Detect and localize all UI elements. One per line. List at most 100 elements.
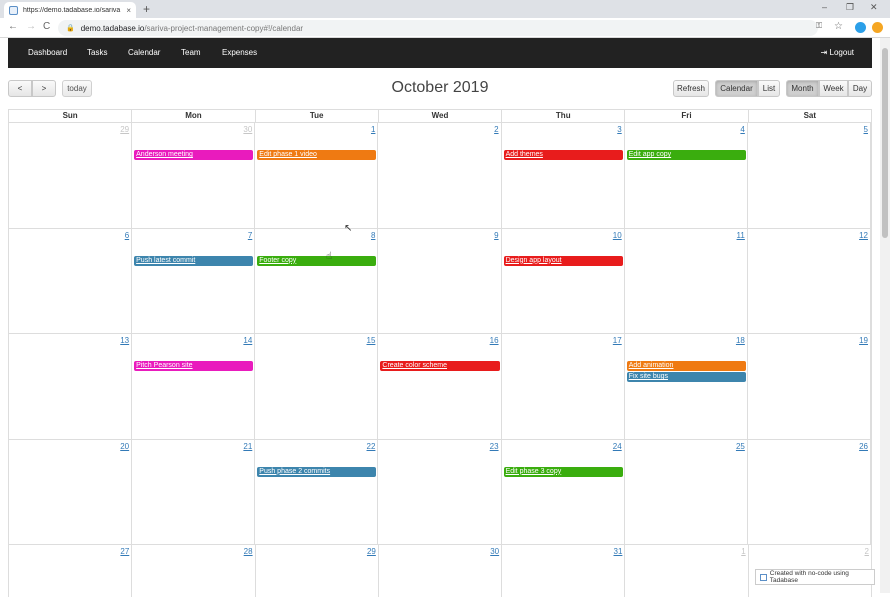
- day-number[interactable]: 25: [736, 442, 745, 451]
- day-cell[interactable]: 15: [255, 334, 379, 439]
- day-number[interactable]: 2: [494, 125, 498, 134]
- day-cell[interactable]: 25: [625, 439, 748, 544]
- day-cell[interactable]: 5: [748, 123, 871, 228]
- extension-icon[interactable]: [855, 22, 866, 33]
- reload-icon[interactable]: C: [43, 21, 50, 32]
- calendar-event[interactable]: Push phase 2 commits: [257, 466, 377, 477]
- day-cell[interactable]: 1: [625, 545, 749, 597]
- day-number[interactable]: 20: [120, 442, 129, 451]
- month-view-button[interactable]: Month: [786, 80, 819, 97]
- day-number[interactable]: 11: [737, 231, 745, 240]
- day-cell[interactable]: 1: [255, 123, 379, 228]
- day-number[interactable]: 28: [244, 547, 253, 556]
- minimize-icon[interactable]: –: [822, 2, 827, 12]
- nav-dashboard[interactable]: Dashboard: [28, 48, 67, 57]
- day-number[interactable]: 9: [494, 231, 498, 240]
- calendar-event[interactable]: Edit phase 1 video: [257, 150, 377, 160]
- day-cell[interactable]: 31: [502, 545, 626, 597]
- day-view-button[interactable]: Day: [848, 80, 872, 97]
- day-cell[interactable]: 18: [625, 334, 748, 439]
- calendar-event[interactable]: Footer copy: [257, 255, 377, 266]
- day-cell[interactable]: 14: [132, 334, 256, 439]
- forward-icon[interactable]: →: [26, 21, 36, 32]
- day-number[interactable]: 5: [864, 125, 868, 134]
- day-cell[interactable]: 9: [378, 228, 502, 333]
- list-view-button[interactable]: List: [758, 80, 780, 97]
- day-number[interactable]: 12: [859, 231, 868, 240]
- restore-icon[interactable]: ❐: [846, 2, 854, 13]
- calendar-event[interactable]: Add animation: [626, 361, 746, 371]
- day-cell[interactable]: 30: [379, 545, 503, 597]
- day-number[interactable]: 26: [859, 442, 868, 451]
- day-number[interactable]: 15: [367, 336, 376, 345]
- day-cell[interactable]: 26: [748, 439, 871, 544]
- calendar-event[interactable]: Pitch Pearson site: [134, 361, 254, 371]
- day-number[interactable]: 6: [125, 231, 129, 240]
- day-cell[interactable]: 27: [9, 545, 133, 597]
- day-number[interactable]: 8: [371, 231, 375, 240]
- day-cell[interactable]: 4: [625, 123, 748, 228]
- day-cell[interactable]: 6: [9, 228, 133, 333]
- day-cell[interactable]: 3: [502, 123, 625, 228]
- day-number[interactable]: 1: [371, 125, 375, 134]
- url-field[interactable]: 🔒 demo.tadabase.io /sariva-project-manag…: [58, 20, 818, 36]
- day-number[interactable]: 22: [367, 442, 376, 451]
- day-cell[interactable]: 29: [256, 545, 379, 597]
- day-number[interactable]: 7: [248, 231, 252, 240]
- day-number[interactable]: 30: [243, 125, 252, 134]
- nav-team[interactable]: Team: [181, 48, 201, 57]
- day-number[interactable]: 2: [865, 547, 869, 556]
- new-tab-button[interactable]: +: [143, 2, 150, 16]
- day-cell[interactable]: 19: [748, 334, 871, 439]
- day-cell[interactable]: 8: [255, 228, 379, 333]
- day-cell[interactable]: 13: [9, 334, 133, 439]
- day-cell[interactable]: 2: [378, 123, 502, 228]
- calendar-event[interactable]: Edit app copy: [626, 150, 746, 160]
- week-view-button[interactable]: Week: [819, 80, 848, 97]
- day-number[interactable]: 17: [613, 336, 622, 345]
- day-cell[interactable]: 30: [132, 123, 256, 228]
- day-number[interactable]: 19: [859, 336, 868, 345]
- day-cell[interactable]: 28: [132, 545, 256, 597]
- calendar-event[interactable]: Fix site bugs: [626, 372, 746, 382]
- star-icon[interactable]: ☆: [834, 21, 843, 32]
- day-number[interactable]: 4: [740, 125, 744, 134]
- day-cell[interactable]: 24: [502, 439, 625, 544]
- day-cell[interactable]: 21: [132, 439, 256, 544]
- day-number[interactable]: 3: [617, 125, 621, 134]
- calendar-view-button[interactable]: Calendar: [715, 80, 758, 97]
- day-number[interactable]: 30: [490, 547, 499, 556]
- day-number[interactable]: 10: [613, 231, 622, 240]
- day-number[interactable]: 16: [490, 336, 499, 345]
- back-icon[interactable]: ←: [8, 21, 18, 32]
- nav-expenses[interactable]: Expenses: [222, 48, 257, 57]
- logout-button[interactable]: ⇥ Logout: [821, 48, 854, 57]
- nav-tasks[interactable]: Tasks: [87, 48, 107, 57]
- close-window-icon[interactable]: ✕: [870, 2, 878, 13]
- browser-tab[interactable]: https://demo.tadabase.io/sariva ×: [4, 2, 136, 18]
- day-cell[interactable]: 17: [502, 334, 625, 439]
- day-number[interactable]: 31: [614, 547, 623, 556]
- tadabase-badge[interactable]: Created with no-code using Tadabase: [755, 569, 875, 585]
- calendar-event[interactable]: Anderson meeting: [134, 150, 254, 160]
- day-number[interactable]: 29: [120, 125, 129, 134]
- nav-calendar[interactable]: Calendar: [128, 48, 160, 57]
- calendar-event[interactable]: Edit phase 3 copy: [503, 466, 623, 477]
- day-number[interactable]: 13: [120, 336, 129, 345]
- scrollbar-thumb[interactable]: [882, 48, 888, 238]
- day-number[interactable]: 18: [736, 336, 745, 345]
- day-cell[interactable]: 20: [9, 439, 133, 544]
- day-cell[interactable]: 11: [625, 228, 748, 333]
- close-tab-icon[interactable]: ×: [126, 6, 131, 15]
- refresh-button[interactable]: Refresh: [673, 80, 709, 97]
- calendar-event[interactable]: Push latest commit: [134, 255, 254, 266]
- scrollbar[interactable]: [880, 38, 890, 593]
- day-cell[interactable]: 29: [9, 123, 133, 228]
- calendar-event[interactable]: Create color scheme: [380, 361, 500, 371]
- day-number[interactable]: 29: [367, 547, 376, 556]
- profile-icon[interactable]: [872, 22, 883, 33]
- day-cell[interactable]: 22: [255, 439, 379, 544]
- calendar-event[interactable]: Design app layout: [503, 255, 623, 266]
- calendar-event[interactable]: Add themes: [503, 150, 623, 160]
- day-cell[interactable]: 12: [748, 228, 871, 333]
